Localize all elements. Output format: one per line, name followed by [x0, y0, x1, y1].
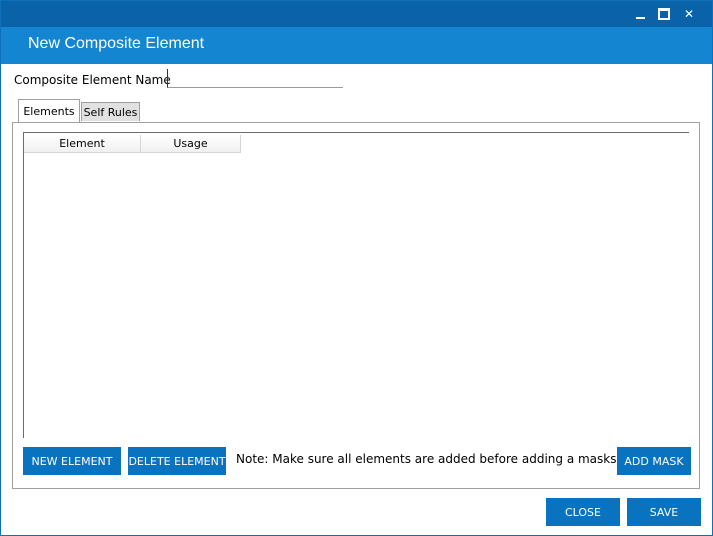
save-button[interactable]: SAVE [627, 498, 701, 526]
column-header-usage[interactable]: Usage [141, 135, 241, 153]
mask-note: Note: Make sure all elements are added b… [236, 452, 617, 466]
maximize-icon [658, 8, 670, 20]
minimize-button[interactable] [631, 5, 649, 23]
elements-grid[interactable]: Element Usage [23, 132, 689, 438]
dialog-header: New Composite Element [1, 27, 712, 64]
new-element-button[interactable]: NEW ELEMENT [23, 447, 121, 475]
composite-element-name-label: Composite Element Name [14, 73, 171, 87]
window-titlebar[interactable]: ✕ [1, 1, 712, 27]
maximize-button[interactable] [655, 5, 673, 23]
tab-elements[interactable]: Elements [18, 99, 80, 122]
elements-tab-panel: Element Usage NEW ELEMENT DELETE ELEMENT… [12, 122, 700, 489]
grid-header: Element Usage [24, 135, 241, 153]
dialog-title: New Composite Element [28, 35, 205, 52]
delete-element-button[interactable]: DELETE ELEMENT [128, 447, 226, 475]
tab-self-rules[interactable]: Self Rules [81, 102, 140, 121]
minimize-icon [635, 17, 645, 19]
close-button[interactable]: CLOSE [546, 498, 620, 526]
close-icon: ✕ [683, 7, 695, 21]
column-header-element[interactable]: Element [24, 135, 141, 153]
composite-element-dialog: ✕ New Composite Element Composite Elemen… [0, 0, 713, 536]
composite-element-name-input[interactable] [167, 69, 343, 88]
close-window-button[interactable]: ✕ [680, 5, 698, 23]
add-mask-button[interactable]: ADD MASK [617, 447, 691, 475]
